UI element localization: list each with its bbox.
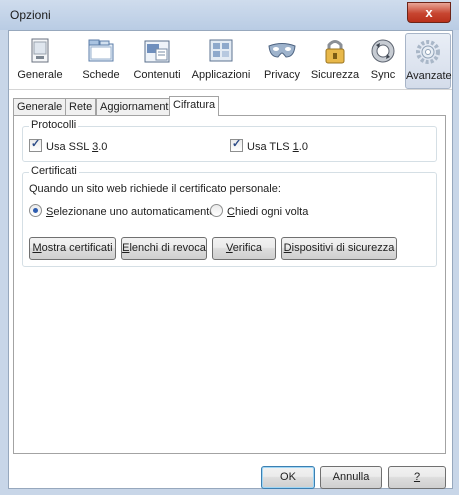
tab-generale[interactable]: Generale bbox=[13, 98, 67, 115]
ssl-checkbox-box[interactable]: ✓ bbox=[29, 138, 42, 152]
toolbar-privacy[interactable]: Privacy bbox=[259, 33, 305, 87]
elenchi-revoca-button[interactable]: Elenchi di revoca bbox=[121, 237, 207, 260]
mostra-certificati-button[interactable]: Mostra certificati bbox=[29, 237, 116, 260]
tab-cifratura[interactable]: Cifratura bbox=[169, 96, 220, 116]
title-bar[interactable]: Opzioni x bbox=[0, 0, 459, 30]
certificate-question: Quando un sito web richiede il certifica… bbox=[29, 183, 281, 195]
protocolli-title: Protocolli bbox=[29, 119, 79, 131]
tls-checkbox[interactable]: ✓ Usa TLS 1.0 bbox=[230, 138, 308, 153]
dialog-client: Generale Schede Contenuti Applicazioni P… bbox=[8, 30, 453, 489]
gear-icon bbox=[413, 38, 443, 66]
radio-ask-control[interactable] bbox=[210, 204, 223, 217]
tls-checkbox-box[interactable]: ✓ bbox=[230, 138, 243, 152]
verifica-button[interactable]: Verifica bbox=[212, 237, 276, 260]
toolbar-avanzate[interactable]: Avanzate bbox=[405, 33, 452, 89]
annulla-button[interactable]: Annulla bbox=[320, 466, 382, 489]
close-button[interactable]: x bbox=[407, 2, 451, 23]
toolbar-generale[interactable]: Generale bbox=[15, 33, 65, 87]
options-window: Opzioni x Generale Schede Contenuti Appl… bbox=[0, 0, 459, 495]
tab-rete[interactable]: Rete bbox=[65, 98, 97, 115]
checkmark-icon: ✓ bbox=[232, 138, 242, 150]
ssl-checkbox[interactable]: ✓ Usa SSL 3.0 bbox=[29, 138, 107, 153]
toolbar-schede[interactable]: Schede bbox=[77, 33, 125, 87]
mask-icon bbox=[267, 37, 297, 65]
window-icon bbox=[25, 37, 55, 65]
toolbar-applicazioni[interactable]: Applicazioni bbox=[189, 33, 253, 87]
radio-auto-select[interactable]: Selezionane uno automaticamente bbox=[29, 204, 215, 218]
toolbar-sicurezza[interactable]: Sicurezza bbox=[309, 33, 361, 87]
applications-icon bbox=[206, 37, 236, 65]
cifratura-panel: Protocolli ✓ Usa SSL 3.0 ✓ Usa TLS 1.0 Cer… bbox=[13, 115, 446, 454]
ok-button[interactable]: OK bbox=[261, 466, 315, 489]
toolbar-sync[interactable]: Sync bbox=[365, 33, 401, 87]
preferences-toolbar: Generale Schede Contenuti Applicazioni P… bbox=[9, 31, 452, 90]
certificati-group: Certificati Quando un sito web richiede … bbox=[22, 165, 437, 267]
radio-auto-control[interactable] bbox=[29, 204, 42, 217]
checkmark-icon: ✓ bbox=[31, 138, 41, 150]
radio-ask-every-time[interactable]: Chiedi ogni volta bbox=[210, 204, 308, 218]
tabs-icon bbox=[86, 37, 116, 65]
window-title: Opzioni bbox=[10, 8, 51, 22]
content-icon bbox=[142, 37, 172, 65]
content-area: Generale Rete Aggiornamenti Cifratura Pr… bbox=[9, 90, 452, 489]
tab-aggiornamenti[interactable]: Aggiornamenti bbox=[96, 98, 175, 115]
padlock-icon bbox=[320, 37, 350, 65]
protocolli-group: Protocolli ✓ Usa SSL 3.0 ✓ Usa TLS 1.0 bbox=[22, 119, 437, 162]
toolbar-contenuti[interactable]: Contenuti bbox=[131, 33, 183, 87]
dispositivi-sicurezza-button[interactable]: Dispositivi di sicurezza bbox=[281, 237, 397, 260]
close-icon: x bbox=[425, 5, 433, 20]
help-button[interactable]: ? bbox=[388, 466, 446, 489]
certificati-title: Certificati bbox=[29, 165, 79, 177]
sync-icon bbox=[368, 37, 398, 65]
